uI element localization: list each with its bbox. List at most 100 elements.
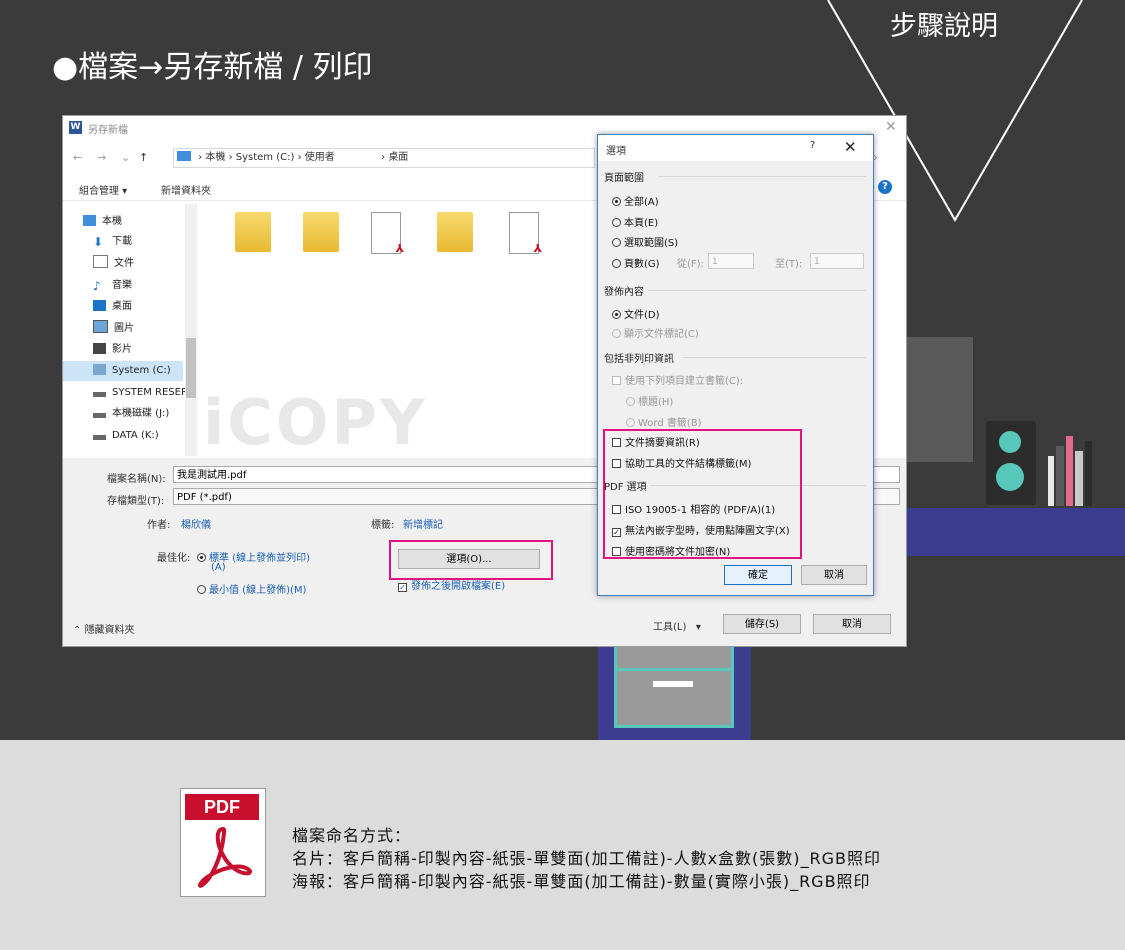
new-folder-button[interactable]: 新增資料夾: [161, 182, 211, 197]
speaker-illustration: [986, 421, 1036, 505]
radio-icon: [612, 238, 621, 247]
sidebar-item-data-k[interactable]: DATA (K:): [93, 426, 185, 446]
address-bar[interactable]: › 本機 › System (C:) › 使用者 › 桌面: [173, 148, 595, 168]
non-print-heading: 包括非列印資訊: [604, 354, 674, 365]
radio-all[interactable]: 全部(A): [612, 193, 659, 208]
cabinet-drawer: [614, 668, 734, 728]
pictures-icon: [93, 320, 108, 333]
naming-card-rule: 名片：客戶簡稱-印製內容-紙張-單雙面(加工備註)-人數x盒數(張數)_RGB照…: [292, 849, 882, 868]
organize-button[interactable]: 組合管理 ▾: [79, 182, 127, 197]
video-icon: [93, 343, 106, 354]
to-label: 至(T):: [775, 259, 803, 270]
caret-down-icon: ▾: [686, 622, 701, 633]
radio-minimum[interactable]: 最小值 (線上發佈)(M): [197, 581, 306, 596]
tools-menu[interactable]: 工具(L) ▾: [653, 618, 701, 633]
filename-label: 檔案名稱(N):: [107, 474, 166, 485]
create-bookmarks-checkbox[interactable]: 使用下列項目建立書籤(C):: [612, 372, 743, 387]
computer-icon: [83, 215, 96, 226]
radio-icon: [612, 310, 621, 319]
document-icon: [93, 255, 108, 268]
naming-rules: 檔案命名方式： 名片：客戶簡稱-印製內容-紙張-單雙面(加工備註)-人數x盒數(…: [292, 824, 881, 893]
help-button[interactable]: ?: [810, 140, 815, 151]
radio-current-page[interactable]: 本頁(E): [612, 214, 658, 229]
books-illustration: [1048, 436, 1108, 506]
desk-illustration: [905, 508, 1125, 556]
radio-headings[interactable]: 標題(H): [626, 393, 673, 408]
radio-icon: [197, 553, 206, 562]
sidebar-item-system-c[interactable]: System (C:): [63, 361, 183, 381]
pdf-file-icon[interactable]: ⅄: [371, 212, 404, 255]
ok-button[interactable]: 確定: [724, 565, 792, 585]
filetype-label: 存檔類型(T):: [107, 496, 165, 507]
forward-arrow-icon[interactable]: →: [97, 151, 106, 164]
music-icon: ♪: [93, 279, 101, 293]
folder-icon[interactable]: [235, 212, 271, 252]
radio-selection[interactable]: 選取範圍(S): [612, 234, 678, 249]
checkbox-icon: ✓: [398, 583, 407, 592]
sidebar-scrollbar[interactable]: [185, 204, 197, 456]
publish-heading: 發佈內容: [604, 287, 644, 298]
dialog-cancel-button[interactable]: 取消: [801, 565, 867, 585]
breadcrumb-item[interactable]: 本機: [205, 152, 225, 163]
radio-icon: [612, 218, 621, 227]
breadcrumb-item[interactable]: 桌面: [388, 152, 408, 163]
radio-show-markup[interactable]: 顯示文件標記(C): [612, 325, 699, 340]
radio-icon: [612, 329, 621, 338]
cancel-button[interactable]: 取消: [813, 614, 891, 634]
open-after-checkbox[interactable]: ✓ 發佈之後開啟檔案(E): [398, 577, 505, 592]
desktop-icon: [93, 300, 106, 311]
radio-pages[interactable]: 頁數(G): [612, 255, 660, 270]
drive-icon: [93, 435, 106, 440]
optimize-label: 最佳化:: [157, 553, 191, 564]
close-icon[interactable]: ✕: [844, 138, 857, 156]
scrollbar-thumb[interactable]: [186, 338, 196, 398]
radio-icon: [626, 397, 635, 406]
watermark-logo: iCOPY: [203, 386, 428, 459]
download-icon: ⬇: [93, 235, 104, 249]
close-icon[interactable]: ✕: [885, 119, 897, 135]
folder-icon[interactable]: [303, 212, 339, 252]
hide-folders-toggle[interactable]: ⌃ 隱藏資料夾: [73, 621, 135, 636]
tags-link[interactable]: 新增標記: [403, 516, 443, 531]
up-arrow-icon[interactable]: ↑: [139, 151, 148, 164]
drive-icon: [93, 392, 106, 397]
from-label: 從(F):: [677, 259, 704, 270]
folder-icon: [177, 151, 191, 161]
radio-document[interactable]: 文件(D): [612, 306, 660, 321]
acrobat-icon: [198, 826, 252, 888]
radio-standard-shortcut: (A): [211, 562, 226, 573]
pdf-label: PDF: [185, 794, 259, 820]
author-label: 作者:: [147, 520, 171, 531]
sidebar-item-local-j[interactable]: 本機磁碟 (J:): [93, 404, 185, 424]
from-stepper[interactable]: 1: [708, 253, 754, 269]
chevron-down-icon[interactable]: ⌄: [121, 151, 130, 164]
folder-icon[interactable]: [437, 212, 473, 252]
highlight-box: [389, 540, 553, 580]
save-button[interactable]: 儲存(S): [723, 614, 801, 634]
naming-title: 檔案命名方式：: [292, 826, 412, 845]
breadcrumb-item[interactable]: 使用者: [305, 152, 335, 163]
sidebar-item-system-reserved[interactable]: SYSTEM RESERVED: [93, 383, 185, 403]
radio-icon: [612, 197, 621, 206]
sidebar-item-this-pc[interactable]: 本機: [83, 212, 201, 232]
radio-word-bookmarks[interactable]: Word 書籤(B): [626, 414, 702, 429]
highlight-box: [603, 429, 802, 559]
radio-icon: [612, 259, 621, 268]
drive-icon: [93, 413, 106, 418]
dialog-title: 選項: [606, 146, 626, 157]
help-icon[interactable]: ?: [878, 180, 892, 194]
dialog-titlebar: 選項 ? ✕: [598, 135, 873, 161]
chevron-up-icon: ⌃: [73, 625, 85, 636]
breadcrumb-item[interactable]: System (C:): [236, 152, 295, 163]
pdf-file-icon[interactable]: ⅄: [509, 212, 542, 255]
radio-icon: [197, 585, 206, 594]
to-stepper[interactable]: 1: [810, 253, 864, 269]
author-link[interactable]: 楊欣儀: [181, 516, 211, 531]
naming-poster-rule: 海報：客戶簡稱-印製內容-紙張-單雙面(加工備註)-數量(實際小張)_RGB照印: [292, 872, 871, 891]
radio-icon: [626, 418, 635, 427]
page-heading: ●檔案→另存新檔 / 列印: [52, 50, 373, 85]
window-title: 另存新檔: [88, 125, 128, 136]
back-arrow-icon[interactable]: ←: [73, 151, 82, 164]
word-icon: W: [69, 121, 82, 134]
checkbox-icon: [612, 376, 621, 385]
